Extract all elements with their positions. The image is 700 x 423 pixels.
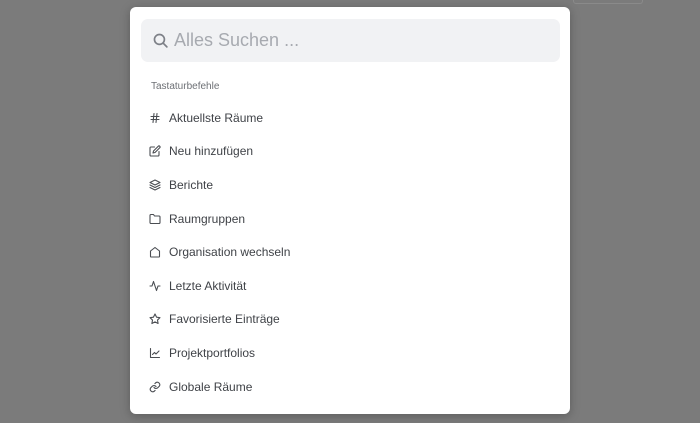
menu-item-label: Globale Räume [169, 379, 253, 394]
menu-item-add-new[interactable]: Neu hinzufügen [130, 135, 570, 169]
menu-item-label: Neu hinzufügen [169, 144, 254, 159]
menu-item-label: Raumgruppen [169, 211, 246, 226]
menu-item-room-groups[interactable]: Raumgruppen [130, 202, 570, 236]
menu-item-recent-rooms[interactable]: Aktuellste Räume [130, 101, 570, 135]
menu-item-label: Aktuellste Räume [169, 110, 264, 125]
menu-item-label: Projektportfolios [169, 345, 256, 360]
folder-icon [148, 212, 161, 225]
shortcut-list: Aktuellste Räume Neu hinzufügen Berichte… [130, 101, 570, 403]
activity-icon [148, 279, 161, 292]
menu-item-project-portfolios[interactable]: Projektportfolios [130, 336, 570, 370]
menu-item-recent-activity[interactable]: Letzte Aktivität [130, 269, 570, 303]
search-icon [153, 33, 168, 48]
menu-item-label: Favorisierte Einträge [169, 312, 280, 327]
section-title: Tastaturbefehle [151, 81, 220, 92]
menu-item-switch-organisation[interactable]: Organisation wechseln [130, 235, 570, 269]
menu-item-label: Letzte Aktivität [169, 278, 247, 293]
background-button-outline [573, 0, 643, 4]
link-icon [148, 380, 161, 393]
chart-line-icon [148, 346, 161, 359]
hash-icon [148, 111, 161, 124]
menu-item-favorites[interactable]: Favorisierte Einträge [130, 303, 570, 337]
layers-icon [148, 178, 161, 191]
menu-item-reports[interactable]: Berichte [130, 168, 570, 202]
menu-item-label: Berichte [169, 177, 214, 192]
search-bar[interactable] [141, 19, 560, 62]
search-input[interactable] [174, 30, 534, 51]
star-icon [148, 313, 161, 326]
menu-item-label: Organisation wechseln [169, 245, 291, 260]
menu-item-global-rooms[interactable]: Globale Räume [130, 370, 570, 404]
edit-icon [148, 145, 161, 158]
command-palette: Tastaturbefehle Aktuellste Räume Neu hin… [130, 7, 570, 414]
home-icon [148, 246, 161, 259]
